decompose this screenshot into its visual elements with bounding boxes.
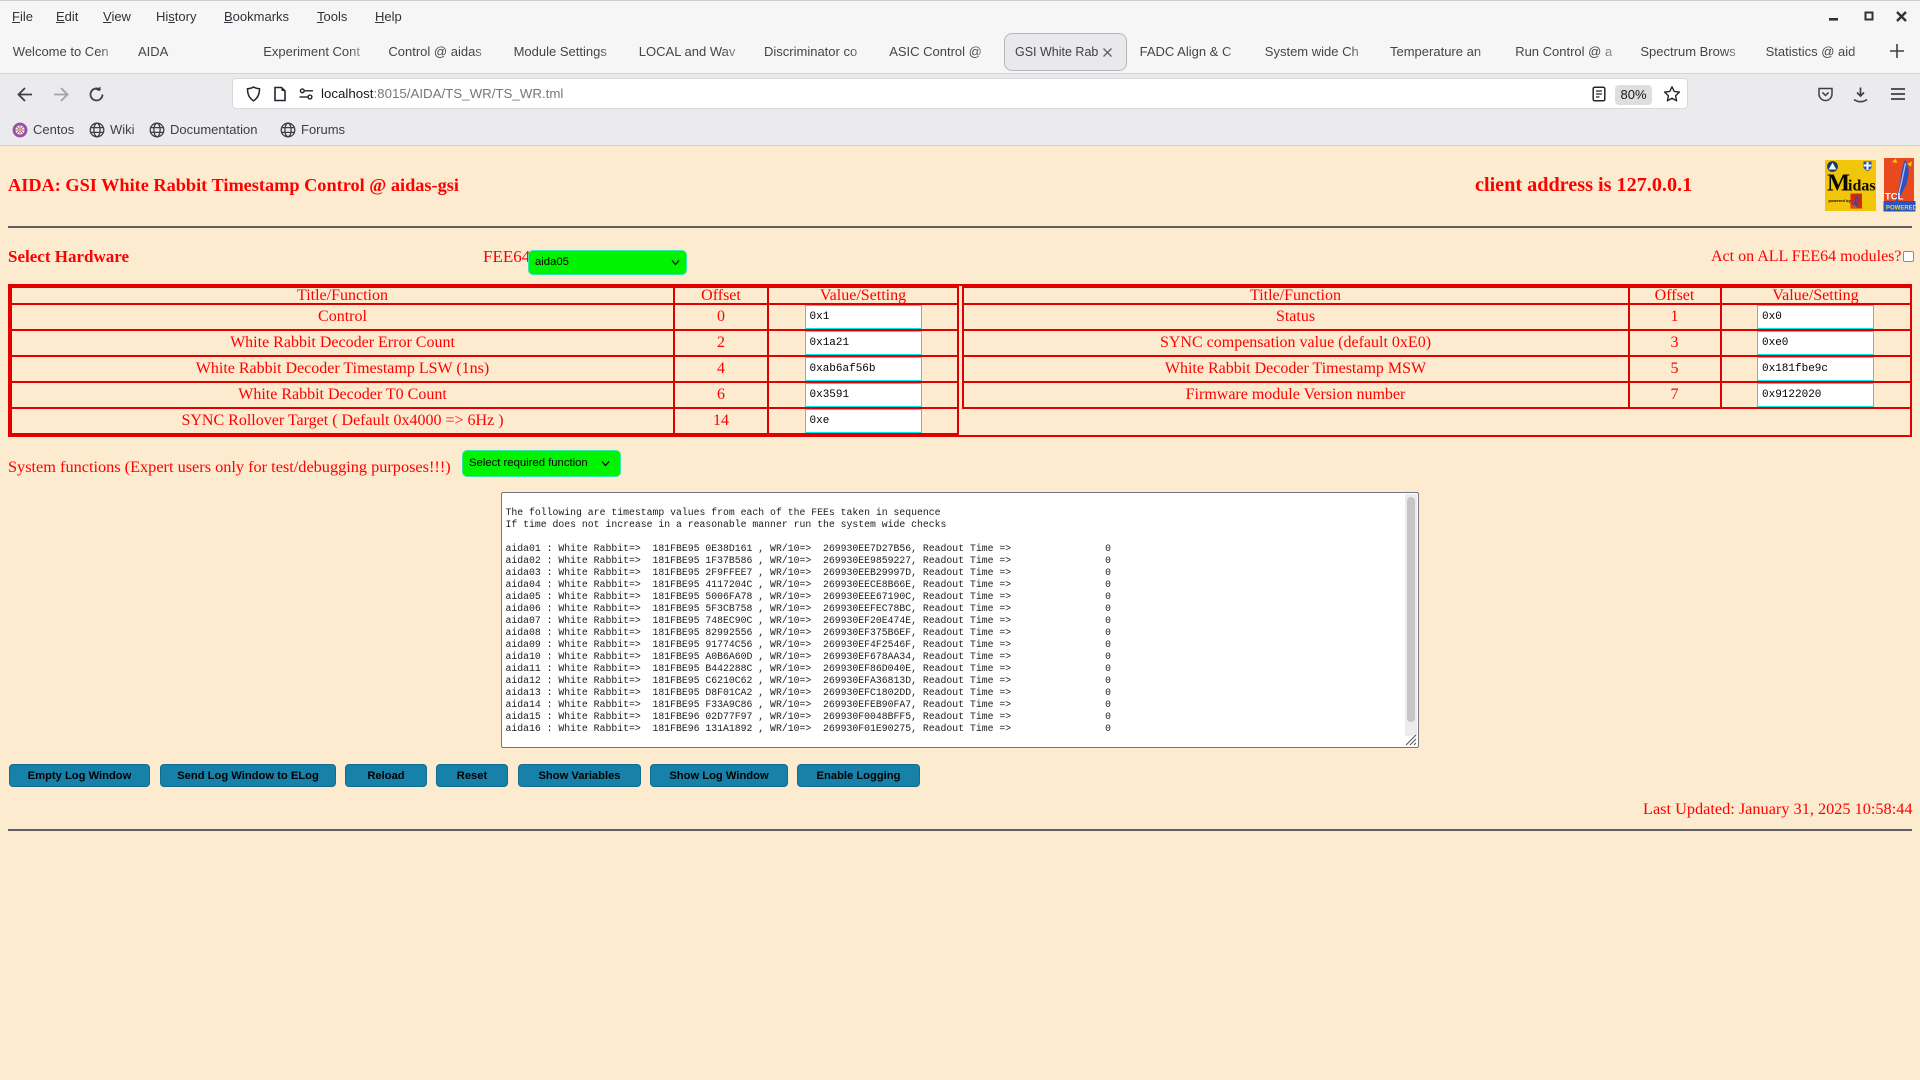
svg-text:TCL: TCL (1851, 205, 1857, 209)
svg-text:TCL: TCL (1885, 191, 1904, 202)
svg-text:POWERED: POWERED (1886, 205, 1917, 211)
svg-text:M: M (1827, 169, 1850, 196)
svg-text:powered by: powered by (1829, 198, 1852, 203)
svg-text:idas: idas (1848, 177, 1876, 194)
